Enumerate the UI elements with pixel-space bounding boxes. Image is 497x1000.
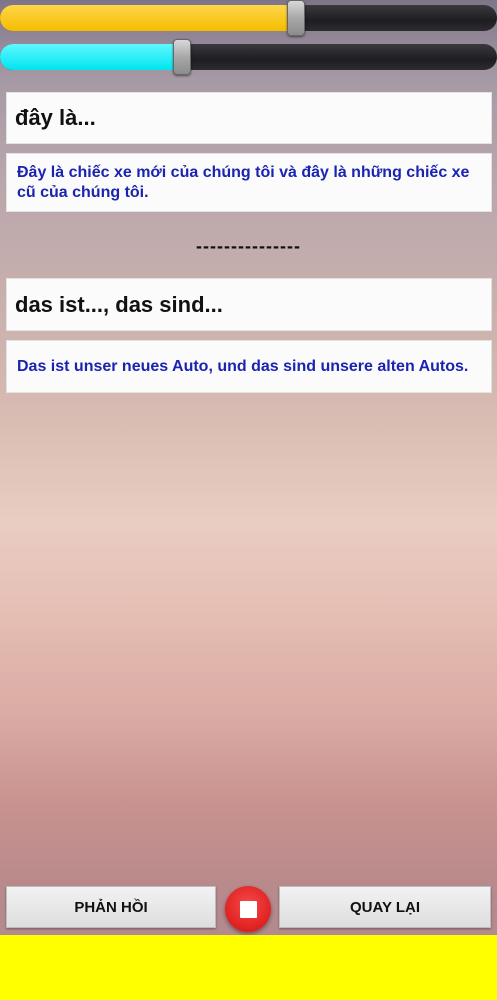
german-sentence: Das ist unser neues Auto, und das sind u… [17, 357, 469, 375]
german-sentence-card: Das ist unser neues Auto, und das sind u… [6, 340, 492, 393]
slider-fill [0, 44, 181, 70]
ad-banner[interactable] [0, 935, 497, 1000]
vietnamese-heading-card: đây là... [6, 92, 492, 144]
vietnamese-heading: đây là... [15, 105, 96, 130]
slider-thumb[interactable] [173, 39, 191, 75]
stop-icon [239, 900, 257, 918]
vietnamese-sentence-card: Đây là chiếc xe mới của chúng tôi và đây… [6, 153, 492, 212]
back-button[interactable]: QUAY LẠI [279, 886, 491, 928]
stop-button[interactable] [225, 886, 271, 932]
vietnamese-sentence: Đây là chiếc xe mới của chúng tôi và đây… [17, 163, 470, 201]
feedback-button-label: PHẢN HỒI [74, 898, 148, 916]
volume-slider[interactable] [0, 0, 497, 36]
german-heading: das ist..., das sind... [15, 291, 223, 317]
slider-thumb[interactable] [287, 0, 305, 36]
feedback-button[interactable]: PHẢN HỒI [6, 886, 216, 928]
back-button-label: QUAY LẠI [349, 898, 421, 916]
german-heading-card: das ist..., das sind... [6, 278, 492, 331]
slider-fill [0, 5, 295, 31]
divider: --------------- [196, 236, 301, 256]
speed-slider[interactable] [0, 39, 497, 75]
